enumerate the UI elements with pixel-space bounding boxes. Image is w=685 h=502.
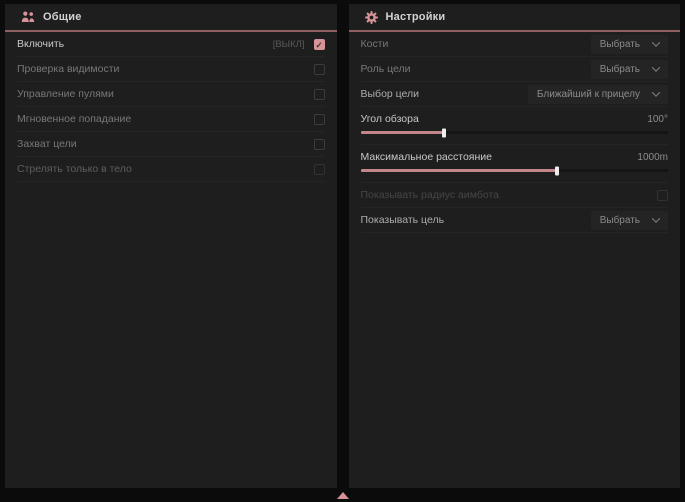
- users-icon: [21, 11, 35, 23]
- row-visibility-check-label: Проверка видимости: [17, 63, 119, 75]
- row-show-target: Показывать цель Выбрать: [361, 208, 669, 233]
- row-target-role-label: Роль цели: [361, 63, 411, 75]
- max-distance-slider-fill: [361, 169, 558, 172]
- chevron-down-icon: [652, 38, 660, 46]
- fov-value: 100°: [647, 114, 668, 125]
- body-only-checkbox[interactable]: [314, 164, 325, 175]
- row-instant-hit-label: Мгновенное попадание: [17, 113, 131, 125]
- row-body-only[interactable]: Стрелять только в тело: [17, 157, 325, 182]
- show-target-dropdown[interactable]: Выбрать: [591, 211, 668, 230]
- row-target-lock[interactable]: Захват цели: [17, 132, 325, 157]
- panel-general-rows: Включить [ВЫКЛ] ✓ Проверка видимости Упр…: [5, 32, 337, 182]
- max-distance-value: 1000m: [637, 152, 668, 163]
- row-show-target-label: Показывать цель: [361, 214, 445, 226]
- chevron-down-icon: [652, 88, 660, 96]
- fov-slider-block: Угол обзора 100°: [361, 107, 669, 145]
- max-distance-slider-block: Максимальное расстояние 1000m: [361, 145, 669, 183]
- row-bones: Кости Выбрать: [361, 32, 669, 57]
- row-bullet-control-label: Управление пулями: [17, 88, 114, 100]
- keybind-state-label: [ВЫКЛ]: [273, 39, 305, 50]
- gear-icon: [365, 11, 378, 24]
- panel-general-title: Общие: [43, 11, 82, 23]
- panel-general: Общие Включить [ВЫКЛ] ✓ Проверка видимос…: [5, 4, 337, 488]
- panels-container: Общие Включить [ВЫКЛ] ✓ Проверка видимос…: [5, 4, 680, 488]
- row-target-role: Роль цели Выбрать: [361, 57, 669, 82]
- bones-dropdown-value: Выбрать: [600, 39, 640, 50]
- bones-dropdown[interactable]: Выбрать: [591, 35, 668, 54]
- row-bullet-control[interactable]: Управление пулями: [17, 82, 325, 107]
- max-distance-slider[interactable]: [361, 169, 669, 172]
- target-lock-checkbox[interactable]: [314, 139, 325, 150]
- fov-slider-head: Угол обзора 100°: [361, 113, 669, 125]
- target-select-dropdown-value: Ближайший к прицелу: [537, 89, 640, 100]
- row-target-lock-label: Захват цели: [17, 138, 77, 150]
- panel-general-header: Общие: [5, 4, 337, 32]
- row-show-aimbot-radius[interactable]: Показывать радиус аимбота: [361, 183, 669, 208]
- instant-hit-checkbox[interactable]: [314, 114, 325, 125]
- chevron-down-icon: [652, 63, 660, 71]
- fov-label: Угол обзора: [361, 113, 419, 125]
- scroll-up-icon[interactable]: [337, 492, 349, 499]
- panel-settings-header: Настройки: [349, 4, 681, 32]
- target-role-dropdown[interactable]: Выбрать: [591, 60, 668, 79]
- row-visibility-check[interactable]: Проверка видимости: [17, 57, 325, 82]
- fov-slider-fill: [361, 131, 444, 134]
- fov-slider-handle[interactable]: [442, 128, 446, 137]
- screen: Общие Включить [ВЫКЛ] ✓ Проверка видимос…: [0, 0, 685, 502]
- bullet-control-checkbox[interactable]: [314, 89, 325, 100]
- panel-settings-rows: Кости Выбрать Роль цели Выбрать Выбор це…: [349, 32, 681, 233]
- row-bones-label: Кости: [361, 38, 389, 50]
- max-distance-slider-head: Максимальное расстояние 1000m: [361, 151, 669, 163]
- row-show-aimbot-radius-label: Показывать радиус аимбота: [361, 189, 500, 201]
- row-instant-hit[interactable]: Мгновенное попадание: [17, 107, 325, 132]
- fov-slider[interactable]: [361, 131, 669, 134]
- panel-settings: Настройки Кости Выбрать Роль цели Выбрат…: [349, 4, 681, 488]
- panel-settings-title: Настройки: [386, 11, 446, 23]
- enable-checkbox[interactable]: ✓: [314, 39, 325, 50]
- show-aimbot-radius-checkbox[interactable]: [657, 190, 668, 201]
- target-select-dropdown[interactable]: Ближайший к прицелу: [528, 85, 668, 104]
- row-enable-label: Включить: [17, 38, 64, 50]
- row-enable[interactable]: Включить [ВЫКЛ] ✓: [17, 32, 325, 57]
- target-role-dropdown-value: Выбрать: [600, 64, 640, 75]
- show-target-dropdown-value: Выбрать: [600, 215, 640, 226]
- chevron-down-icon: [652, 214, 660, 222]
- max-distance-label: Максимальное расстояние: [361, 151, 492, 163]
- row-body-only-label: Стрелять только в тело: [17, 163, 132, 175]
- row-target-select: Выбор цели Ближайший к прицелу: [361, 82, 669, 107]
- visibility-check-checkbox[interactable]: [314, 64, 325, 75]
- row-target-select-label: Выбор цели: [361, 88, 420, 100]
- max-distance-slider-handle[interactable]: [555, 166, 559, 175]
